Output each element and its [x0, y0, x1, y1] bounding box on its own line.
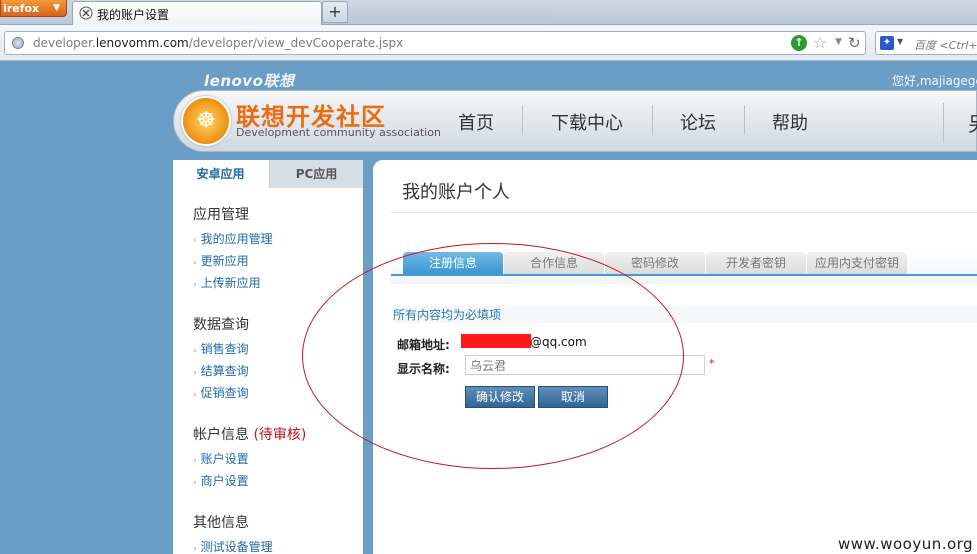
browser-tab-bar: irefox ▼ 我的账户设置 +: [0, 0, 977, 25]
nav-downloads[interactable]: 下载中心: [551, 109, 623, 135]
bullet-icon: ›: [193, 478, 197, 488]
sidebar-item-update-app[interactable]: › 更新应用: [193, 252, 249, 269]
sidebar-item-label: 我的应用管理: [200, 232, 273, 246]
sidebar-item-settlement-query[interactable]: › 结算查询: [193, 362, 249, 379]
nav-divider: [522, 105, 523, 135]
firefox-menu-button[interactable]: irefox ▼: [0, 0, 67, 17]
baidu-paw-icon[interactable]: ✦: [880, 36, 894, 50]
main-content: 我的账户个人 注册信息 合作信息 密码修改 开发者密钥 应用内支付密钥 所有内容…: [373, 160, 977, 554]
sidebar-item-label: 账户设置: [200, 452, 249, 466]
sidebar-item-account-settings[interactable]: › 账户设置: [193, 450, 249, 467]
sidebar-item-promo-query[interactable]: › 促销查询: [193, 384, 249, 401]
required-note: 所有内容均为必填项: [393, 308, 502, 322]
url-bar[interactable]: developer.lenovomm.com/developer/view_de…: [4, 31, 866, 55]
nav-more-label: 另: [968, 108, 977, 137]
globe-icon: [12, 37, 24, 49]
sidebar-item-label: 促销查询: [200, 386, 249, 400]
go-arrow-icon[interactable]: ↑: [791, 35, 807, 51]
redacted-email-mark: [461, 334, 531, 348]
search-placeholder: 百度 <Ctrl+: [914, 39, 977, 52]
nav-forum[interactable]: 论坛: [680, 109, 716, 135]
browser-nav-bar: developer.lenovomm.com/developer/view_de…: [0, 25, 977, 61]
chevron-down-icon: ▼: [53, 3, 60, 13]
display-name-input[interactable]: [465, 355, 705, 375]
browser-tab-active[interactable]: 我的账户设置: [72, 1, 322, 25]
title-divider: [391, 212, 977, 213]
tab-registration-info[interactable]: 注册信息: [403, 252, 503, 274]
email-suffix: @qq.com: [530, 335, 587, 349]
nav-home[interactable]: 首页: [458, 109, 494, 135]
sidebar-item-label: 测试设备管理: [200, 540, 273, 554]
tab-developer-key[interactable]: 开发者密钥: [706, 252, 806, 274]
sidebar-item-label: 销售查询: [200, 342, 249, 356]
sidebar-item-my-apps[interactable]: › 我的应用管理: [193, 230, 273, 247]
url-text[interactable]: developer.lenovomm.com/developer/view_de…: [33, 36, 403, 50]
sidebar-item-test-devices[interactable]: › 测试设备管理: [193, 538, 273, 554]
required-star: *: [709, 357, 715, 370]
section-title-data-query: 数据查询: [193, 317, 249, 333]
section-title-account-info: 帐户信息 (待审核): [193, 424, 306, 444]
nav-more[interactable]: 另: [943, 103, 977, 143]
search-engine-dropdown-icon[interactable]: ▼: [897, 37, 903, 46]
url-host: lenovomm.com: [95, 36, 189, 50]
user-greeting: 您好,majiagege: [892, 74, 977, 88]
sidebar-item-label: 结算查询: [200, 364, 249, 378]
sidebar-item-merchant-settings[interactable]: › 商户设置: [193, 472, 249, 489]
tab-android-apps[interactable]: 安卓应用: [173, 160, 268, 188]
community-emblem-icon[interactable]: ☸: [181, 96, 231, 146]
bullet-icon: ›: [193, 236, 197, 246]
display-name-label: 显示名称:: [397, 362, 450, 376]
site-subtitle: Development community association: [236, 126, 441, 139]
tab-pc-apps[interactable]: PC应用: [269, 160, 363, 188]
search-box[interactable]: ✦ ▼ 百度 <Ctrl+: [875, 31, 977, 55]
sidebar-item-label: 更新应用: [200, 254, 249, 268]
tabs-underline: [391, 274, 977, 276]
sidebar-item-sales-query[interactable]: › 销售查询: [193, 340, 249, 357]
sidebar-item-label: 商户设置: [200, 474, 249, 488]
nav-divider: [652, 105, 653, 135]
email-label: 邮箱地址:: [397, 338, 450, 352]
browser-tab-inactive[interactable]: [352, 3, 552, 23]
bullet-icon: ›: [193, 368, 197, 378]
tab-password-change[interactable]: 密码修改: [605, 252, 705, 274]
watermark: www.wooyun.org: [838, 535, 974, 553]
bullet-icon: ›: [193, 390, 197, 400]
page-title: 我的账户个人: [402, 182, 510, 203]
bullet-icon: ›: [193, 544, 197, 554]
pending-review-badge: (待审核): [253, 427, 307, 443]
nav-help[interactable]: 帮助: [772, 109, 808, 135]
nav-divider: [744, 105, 745, 135]
section-title-other-info: 其他信息: [193, 515, 249, 531]
tab-title: 我的账户设置: [97, 8, 170, 22]
bullet-icon: ›: [193, 456, 197, 466]
emblem-glyph: ☸: [196, 108, 216, 133]
reload-icon[interactable]: ↻: [848, 34, 861, 52]
lenovo-logo[interactable]: lenovo联想: [204, 70, 294, 91]
sidebar-item-upload-app[interactable]: › 上传新应用: [193, 274, 261, 291]
url-dropdown-icon[interactable]: ▼: [835, 37, 842, 47]
section-title-label: 帐户信息: [193, 427, 249, 443]
sidebar: 安卓应用 PC应用 应用管理 › 我的应用管理 › 更新应用 › 上传新应用 数据查询…: [173, 160, 363, 554]
bullet-icon: ›: [193, 346, 197, 356]
bookmark-star-icon[interactable]: ☆: [813, 33, 827, 52]
tab-in-app-payment-key[interactable]: 应用内支付密钥: [807, 252, 907, 274]
cancel-button[interactable]: 取消: [538, 386, 608, 408]
confirm-change-button[interactable]: 确认修改: [465, 386, 535, 408]
section-title-app-management: 应用管理: [193, 207, 249, 223]
new-tab-button[interactable]: +: [322, 1, 348, 23]
firefox-menu-label: irefox: [3, 2, 40, 15]
bullet-icon: ›: [193, 280, 197, 290]
favicon-icon: [79, 6, 93, 20]
url-prefix: developer.: [33, 36, 96, 50]
site-header: ☸ 联想开发社区 Development community associati…: [173, 90, 977, 152]
tab-cooperation-info[interactable]: 合作信息: [504, 252, 604, 274]
bullet-icon: ›: [193, 258, 197, 268]
url-path: /developer/view_devCooperate.jspx: [188, 36, 404, 50]
sidebar-item-label: 上传新应用: [200, 276, 261, 290]
